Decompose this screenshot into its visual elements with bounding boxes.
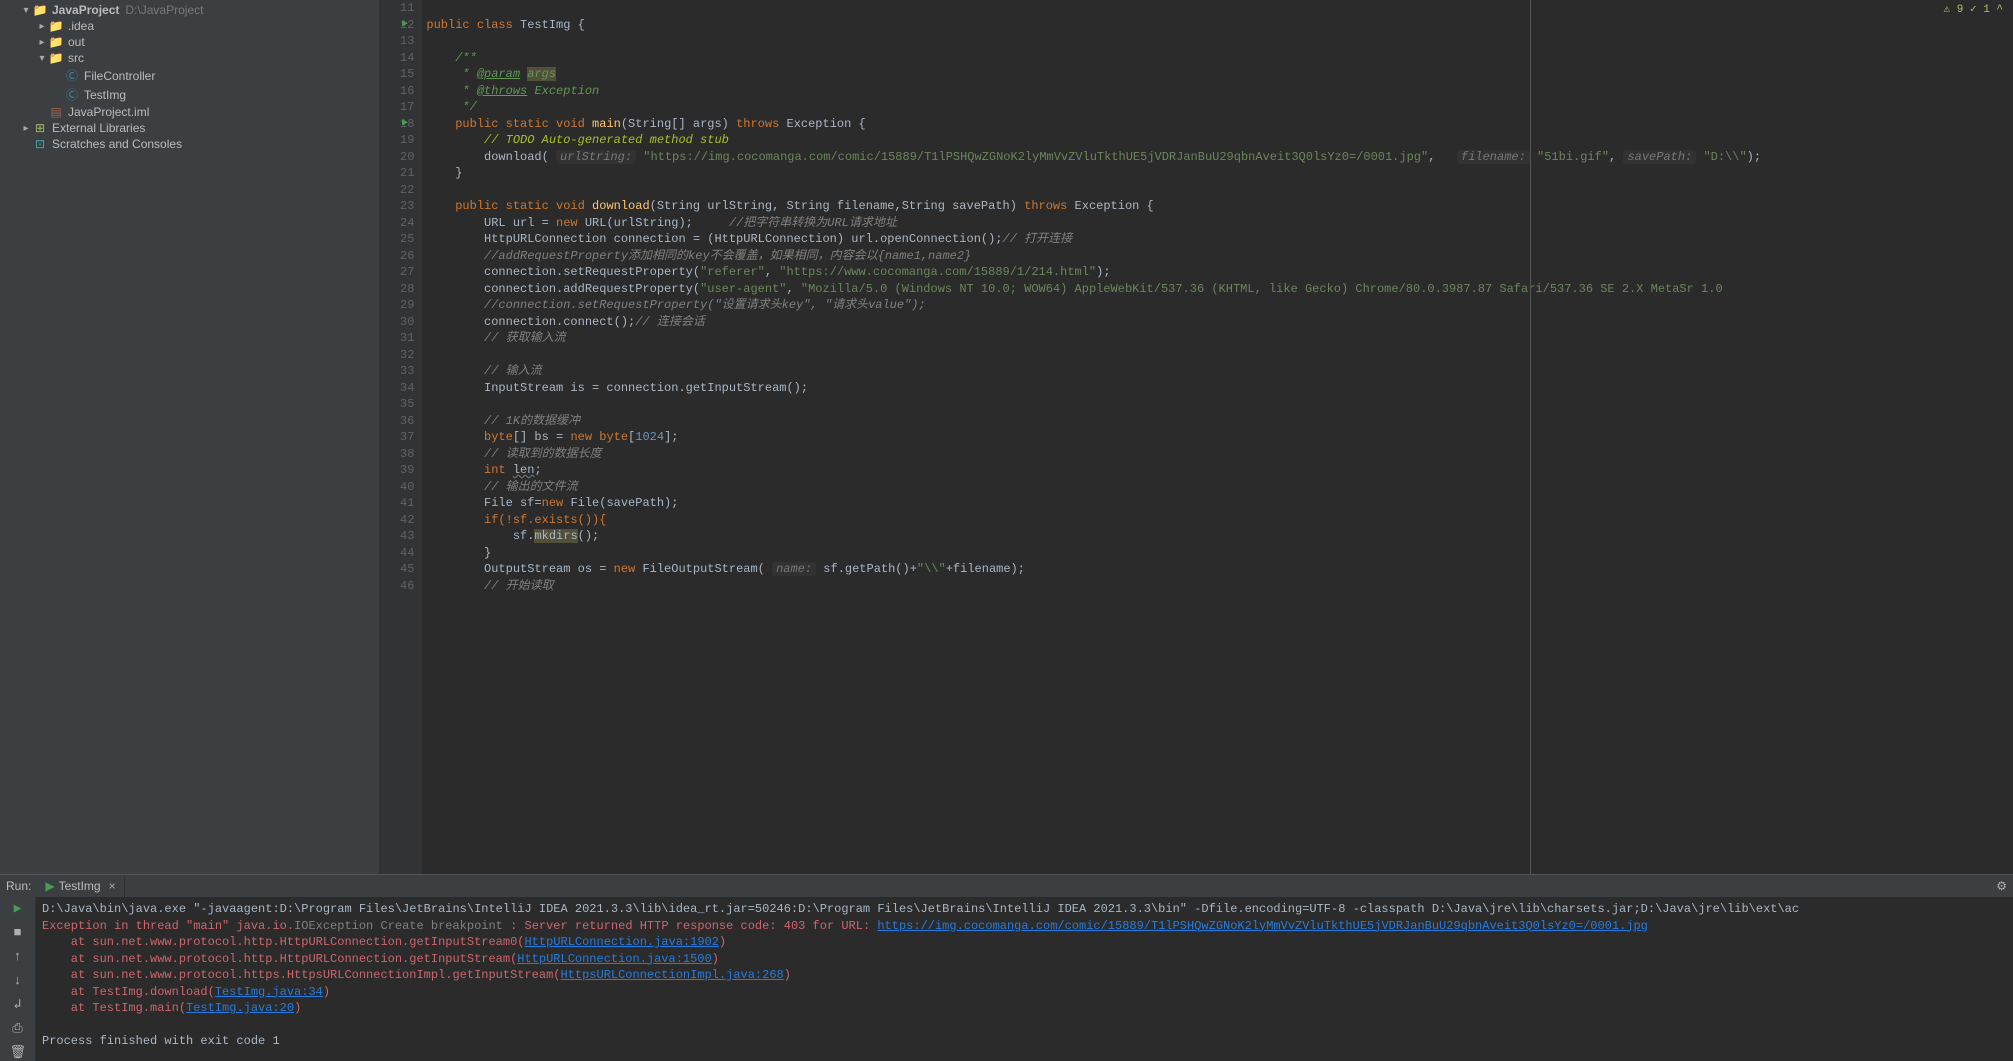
console-output[interactable]: D:\Java\bin\java.exe "-javaagent:D:\Prog… [36, 897, 2013, 1061]
run-tab[interactable]: ▶ TestImg × [37, 875, 124, 897]
folder-idea[interactable]: ▸ 📁 .idea [0, 18, 379, 34]
tree-label: TestImg [84, 88, 126, 102]
folder-icon: 📁 [48, 35, 64, 49]
chevron-right-icon: ▸ [36, 21, 48, 32]
run-tab-label: TestImg [59, 879, 101, 893]
rerun-button[interactable]: ▶ [10, 901, 26, 917]
tree-label: JavaProject [52, 3, 119, 17]
code-content[interactable]: public class TestImg { /** * @param args… [422, 0, 2013, 874]
file-testimg[interactable]: Ⓒ TestImg [0, 85, 379, 104]
stop-button[interactable]: ■ [10, 925, 26, 941]
project-tree[interactable]: ▾ 📁 JavaProject D:\JavaProject ▸ 📁 .idea… [0, 0, 380, 874]
tree-label: Scratches and Consoles [52, 137, 182, 151]
external-libraries[interactable]: ▸ ⊞ External Libraries [0, 120, 379, 136]
run-toolbar: ▶ ■ ↑ ↓ ↲ ⎙ 🗑 [0, 897, 36, 1061]
library-icon: ⊞ [32, 121, 48, 135]
java-class-icon: Ⓒ [64, 86, 80, 103]
chevron-down-icon: ▾ [36, 53, 48, 64]
right-margin-guide [1530, 0, 1531, 874]
folder-icon: 📁 [32, 3, 48, 17]
tree-label: External Libraries [52, 121, 145, 135]
console-line: D:\Java\bin\java.exe "-javaagent:D:\Prog… [42, 901, 2007, 918]
folder-out[interactable]: ▸ 📁 out [0, 34, 379, 50]
console-line: at sun.net.www.protocol.https.HttpsURLCo… [42, 967, 2007, 984]
java-class-icon: Ⓒ [64, 67, 80, 84]
project-root[interactable]: ▾ 📁 JavaProject D:\JavaProject [0, 2, 379, 18]
console-line: Process finished with exit code 1 [42, 1033, 2007, 1050]
folder-icon: 📁 [48, 19, 64, 33]
up-button[interactable]: ↑ [10, 949, 26, 965]
console-line: at sun.net.www.protocol.http.HttpURLConn… [42, 934, 2007, 951]
scratches[interactable]: ⊡ Scratches and Consoles [0, 136, 379, 152]
trash-button[interactable]: 🗑 [10, 1045, 26, 1061]
iml-icon: ▤ [48, 105, 64, 119]
down-button[interactable]: ↓ [10, 973, 26, 989]
run-icon: ▶ [45, 879, 54, 893]
gear-icon[interactable]: ⚙ [1996, 879, 2007, 893]
console-line: at TestImg.main(TestImg.java:20) [42, 1000, 2007, 1017]
console-line: at TestImg.download(TestImg.java:34) [42, 984, 2007, 1001]
tree-label: JavaProject.iml [68, 105, 149, 119]
run-label: Run: [0, 879, 37, 893]
file-iml[interactable]: ▤ JavaProject.iml [0, 104, 379, 120]
folder-src[interactable]: ▾ 📁 src [0, 50, 379, 66]
tree-hint: D:\JavaProject [125, 3, 203, 17]
chevron-down-icon: ▾ [20, 5, 32, 16]
run-tool-window[interactable]: Run: ▶ TestImg × ⚙ ▶ ■ ↑ ↓ ↲ ⎙ 🗑 D:\Java… [0, 874, 2013, 1061]
scratch-icon: ⊡ [32, 137, 48, 151]
close-icon[interactable]: × [109, 879, 116, 893]
chevron-right-icon: ▸ [20, 123, 32, 134]
tree-label: src [68, 51, 84, 65]
wrap-button[interactable]: ↲ [10, 997, 26, 1013]
editor-gutter[interactable]: 1112▶131415161718▶1920212223242526272829… [380, 0, 422, 874]
file-filecontroller[interactable]: Ⓒ FileController [0, 66, 379, 85]
folder-icon: 📁 [48, 51, 64, 65]
inspection-widget[interactable]: ⚠ 9 ✓ 1 ^ [1944, 2, 2003, 16]
console-line: at sun.net.www.protocol.http.HttpURLConn… [42, 951, 2007, 968]
chevron-right-icon: ▸ [36, 37, 48, 48]
console-line: Exception in thread "main" java.io.IOExc… [42, 918, 2007, 935]
tree-label: .idea [68, 19, 94, 33]
code-editor[interactable]: ⚠ 9 ✓ 1 ^ 1112▶131415161718▶192021222324… [380, 0, 2013, 874]
print-button[interactable]: ⎙ [10, 1021, 26, 1037]
tree-label: out [68, 35, 85, 49]
tree-label: FileController [84, 69, 155, 83]
